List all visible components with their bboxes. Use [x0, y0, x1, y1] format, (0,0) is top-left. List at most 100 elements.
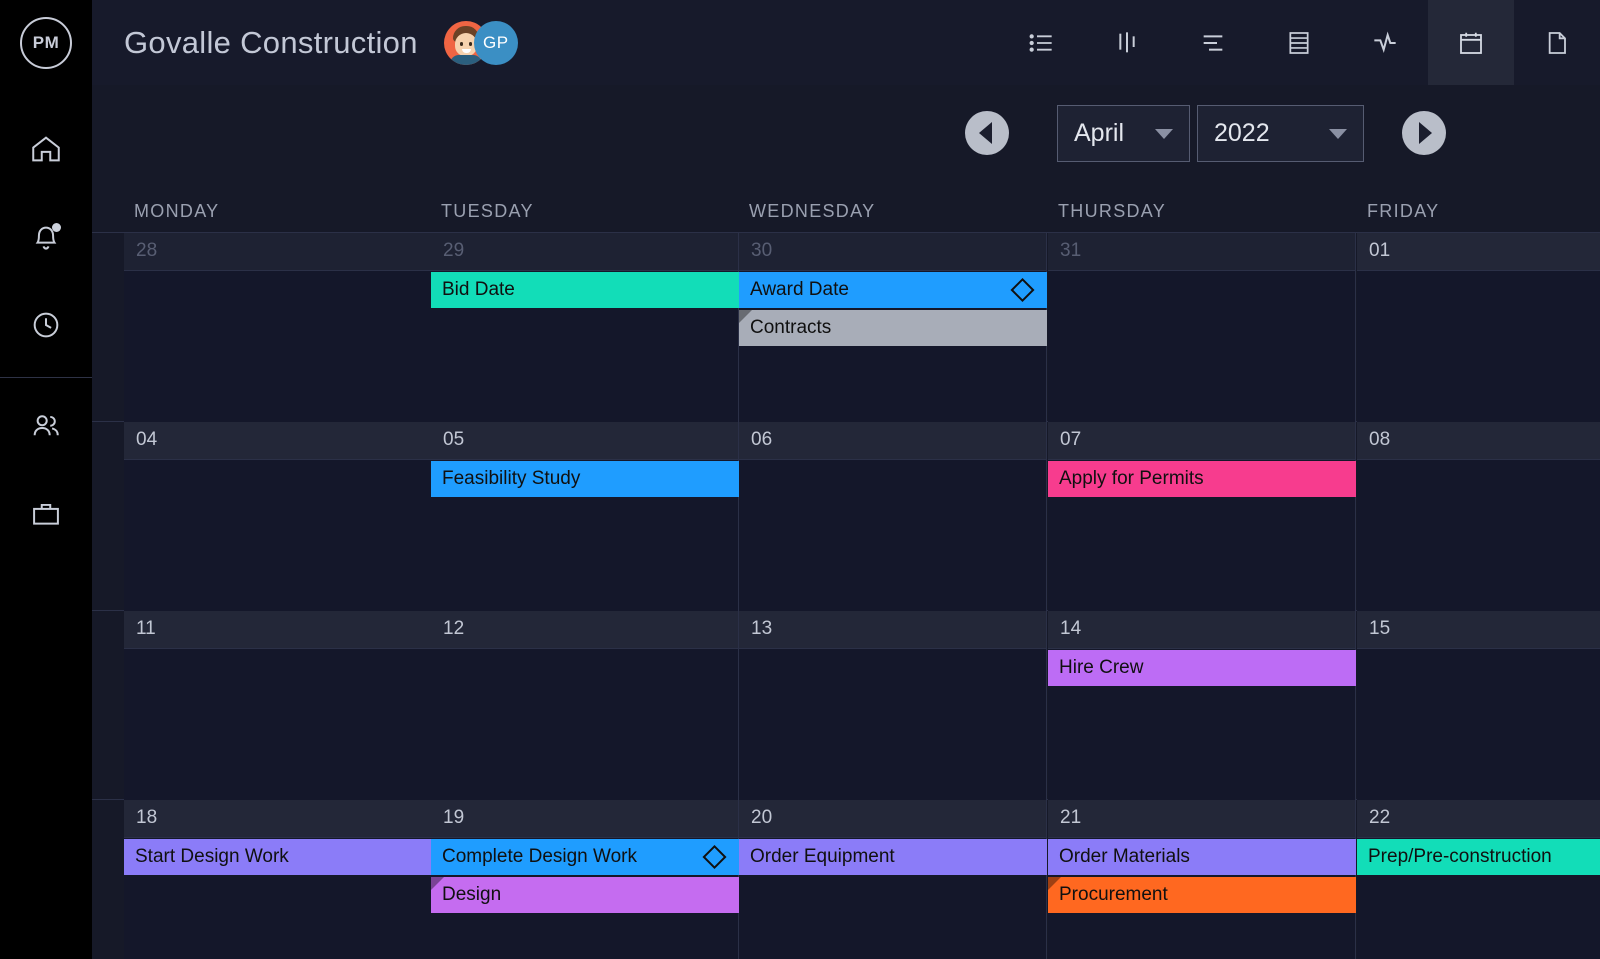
notification-badge [52, 223, 61, 232]
sidebar-item-notifications[interactable] [0, 193, 92, 281]
calendar-event[interactable]: Complete Design Work [431, 839, 739, 875]
day-number: 06 [739, 422, 1046, 451]
calendar-event[interactable]: Contracts [739, 310, 1047, 346]
calendar-day-cell[interactable]: 05 [431, 422, 739, 611]
calendar-main: April 2022 MONDAYTUESDAYWEDNESDAYTHURSDA… [92, 85, 1600, 959]
calendar-icon [1455, 27, 1487, 59]
tab-pages[interactable] [1514, 0, 1600, 85]
day-number: 22 [1357, 800, 1600, 829]
event-label: Apply for Permits [1059, 468, 1204, 490]
calendar-event[interactable]: Design [431, 877, 739, 913]
calendar-day-cell[interactable]: 04 [124, 422, 432, 611]
event-label: Award Date [750, 279, 849, 301]
day-number: 11 [124, 611, 431, 640]
calendar-event[interactable]: Hire Crew [1048, 650, 1356, 686]
people-icon [29, 409, 63, 443]
day-cell-header: 15 [1357, 611, 1600, 649]
app-logo[interactable]: PM [0, 0, 92, 85]
day-cell-header: 12 [431, 611, 738, 649]
calendar-day-cell[interactable]: 12 [431, 611, 739, 800]
logo-text: PM [20, 17, 72, 69]
day-cell-header: 04 [124, 422, 431, 460]
calendar-week-row: 2829303101 Bid Date Award Date Contracts [92, 233, 1600, 422]
calendar-event[interactable]: Start Design Work [124, 839, 432, 875]
event-label: Hire Crew [1059, 657, 1143, 679]
day-number: 31 [1048, 233, 1355, 262]
day-number: 18 [124, 800, 431, 829]
day-number: 21 [1048, 800, 1355, 829]
calendar-day-cell[interactable]: 14 [1048, 611, 1356, 800]
calendar-event[interactable]: Prep/Pre-construction [1357, 839, 1600, 875]
calendar-day-cell[interactable]: 06 [739, 422, 1047, 611]
day-number: 28 [124, 233, 431, 262]
year-select[interactable]: 2022 [1197, 105, 1364, 162]
next-month-button[interactable] [1402, 111, 1446, 155]
calendar-app: PM [0, 0, 1600, 959]
day-cell-header: 13 [739, 611, 1046, 649]
day-number: 12 [431, 611, 738, 640]
day-number: 05 [431, 422, 738, 451]
day-name: MONDAY [134, 201, 219, 222]
day-cell-header: 07 [1048, 422, 1355, 460]
tab-gantt[interactable] [1170, 0, 1256, 85]
calendar-day-cell[interactable]: 08 [1357, 422, 1600, 611]
tab-list[interactable] [998, 0, 1084, 85]
calendar-day-cell[interactable]: 11 [124, 611, 432, 800]
calendar-day-cell[interactable]: 20 [739, 800, 1047, 959]
sidebar-item-timesheets[interactable] [0, 281, 92, 369]
calendar-day-cell[interactable]: 13 [739, 611, 1047, 800]
gantt-icon [1197, 27, 1229, 59]
day-number: 08 [1357, 422, 1600, 451]
tab-workload[interactable] [1342, 0, 1428, 85]
calendar-event[interactable]: Procurement [1048, 877, 1356, 913]
calendar-event[interactable]: Feasibility Study [431, 461, 739, 497]
calendar-day-cell[interactable]: 31 [1048, 233, 1356, 422]
day-number: 19 [431, 800, 738, 829]
calendar-day-cell[interactable]: 15 [1357, 611, 1600, 800]
briefcase-icon [29, 497, 63, 531]
day-cell-header: 01 [1357, 233, 1600, 271]
event-label: Start Design Work [135, 846, 289, 868]
chevron-right-icon [1419, 122, 1432, 144]
calendar-event[interactable]: Order Equipment [739, 839, 1047, 875]
calendar-event[interactable]: Order Materials [1048, 839, 1356, 875]
calendar-day-cell[interactable]: 01 [1357, 233, 1600, 422]
calendar-event[interactable]: Apply for Permits [1048, 461, 1356, 497]
avatar-initials: GP [483, 33, 509, 53]
day-name-row: MONDAYTUESDAYWEDNESDAYTHURSDAYFRIDAY [92, 185, 1600, 232]
day-cell-header: 30 [739, 233, 1046, 271]
calendar-day-cell[interactable]: 29 [431, 233, 739, 422]
calendar-day-cell[interactable]: 28 [124, 233, 432, 422]
year-value: 2022 [1214, 119, 1270, 148]
clock-icon [29, 308, 63, 342]
sidebar-item-team[interactable] [0, 382, 92, 470]
sidebar-item-projects[interactable] [0, 470, 92, 558]
day-cell-header: 18 [124, 800, 431, 838]
event-label: Order Equipment [750, 846, 895, 868]
avatar[interactable]: GP [474, 21, 518, 65]
tab-calendar[interactable] [1428, 0, 1514, 85]
tab-board[interactable] [1084, 0, 1170, 85]
day-cell-header: 05 [431, 422, 738, 460]
day-cell-header: 29 [431, 233, 738, 271]
previous-month-button[interactable] [965, 111, 1009, 155]
tab-sheet[interactable] [1256, 0, 1342, 85]
calendar-event[interactable]: Award Date [739, 272, 1047, 308]
day-cell-header: 11 [124, 611, 431, 649]
milestone-diamond-icon [1010, 278, 1034, 302]
sheet-icon [1283, 27, 1315, 59]
sidebar-divider [0, 377, 92, 378]
calendar-day-cell[interactable]: 07 [1048, 422, 1356, 611]
calendar-event[interactable]: Bid Date [431, 272, 739, 308]
month-value: April [1074, 119, 1124, 148]
left-sidebar: PM [0, 0, 92, 959]
day-name: TUESDAY [441, 201, 534, 222]
day-cell-header: 06 [739, 422, 1046, 460]
sidebar-item-home[interactable] [0, 105, 92, 193]
calendar-day-cell[interactable]: 18 [124, 800, 432, 959]
calendar-week-row: 0405060708 Feasibility Study Apply for Per… [92, 422, 1600, 611]
calendar-day-cell[interactable]: 22 [1357, 800, 1600, 959]
day-cell-header: 08 [1357, 422, 1600, 460]
month-select[interactable]: April [1057, 105, 1190, 162]
top-header: Govalle Construction GP [92, 0, 1600, 85]
